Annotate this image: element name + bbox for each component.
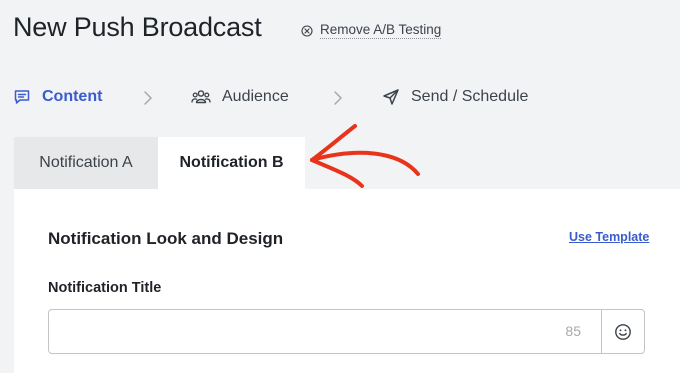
message-icon — [14, 90, 30, 104]
step-audience[interactable]: Audience — [191, 88, 289, 106]
send-icon — [383, 89, 399, 105]
step-label: Send / Schedule — [411, 88, 529, 105]
remove-ab-testing-label: Remove A/B Testing — [320, 22, 442, 39]
tab-notification-a[interactable]: Notification A — [14, 137, 158, 189]
step-send-schedule[interactable]: Send / Schedule — [382, 88, 528, 106]
character-count: 85 — [565, 323, 581, 339]
annotation-arrow — [310, 124, 420, 188]
notification-title-label: Notification Title — [48, 280, 162, 296]
users-icon — [191, 90, 211, 104]
page-header: New Push Broadcast — [13, 12, 262, 43]
close-circle-icon — [301, 24, 313, 37]
use-template-link[interactable]: Use Template — [569, 230, 649, 244]
notification-title-field: 85 — [48, 309, 645, 354]
section-title: Notification Look and Design — [48, 229, 284, 248]
notification-tabs: Notification A Notification B — [14, 137, 305, 189]
notification-title-input[interactable] — [49, 310, 601, 353]
emoji-picker-button[interactable] — [601, 310, 644, 353]
chevron-right-icon — [144, 91, 153, 105]
step-label: Content — [42, 88, 103, 105]
step-content[interactable]: Content — [13, 88, 102, 106]
wizard-steps: Content Audience Send / Schedule — [13, 88, 573, 110]
page-title: New Push Broadcast — [13, 12, 262, 42]
notification-panel: Notification Look and Design Use Templat… — [14, 189, 680, 373]
remove-ab-testing-link[interactable]: Remove A/B Testing — [301, 22, 442, 39]
chevron-right-icon — [334, 91, 343, 105]
smiley-icon — [615, 323, 631, 340]
tab-notification-b[interactable]: Notification B — [158, 137, 305, 189]
step-label: Audience — [222, 88, 289, 105]
